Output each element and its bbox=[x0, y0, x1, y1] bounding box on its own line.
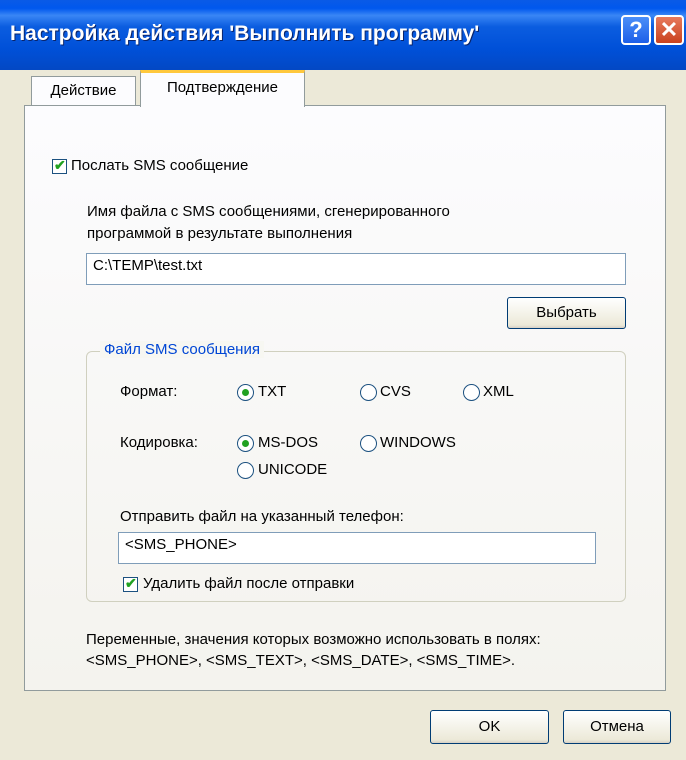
checkmark-icon: ✔ bbox=[125, 575, 137, 591]
title-bar[interactable]: Настройка действия 'Выполнить программу'… bbox=[0, 0, 686, 70]
format-xml-radio[interactable] bbox=[463, 384, 480, 401]
delete-after-checkbox[interactable]: ✔ bbox=[123, 575, 138, 592]
encoding-msdos-radio[interactable] bbox=[237, 435, 254, 452]
tab-action[interactable]: Действие bbox=[31, 76, 136, 106]
format-cvs-radio[interactable] bbox=[360, 384, 377, 401]
encoding-windows-radio[interactable] bbox=[360, 435, 377, 452]
encoding-windows-label[interactable]: WINDOWS bbox=[380, 434, 456, 451]
send-sms-label[interactable]: Послать SMS сообщение bbox=[71, 157, 248, 174]
encoding-label: Кодировка: bbox=[120, 434, 198, 451]
ok-button[interactable]: OK bbox=[430, 710, 549, 744]
browse-button[interactable]: Выбрать bbox=[507, 297, 626, 329]
help-icon[interactable]: ? bbox=[621, 15, 651, 45]
format-txt-label[interactable]: TXT bbox=[258, 383, 286, 400]
format-label: Формат: bbox=[120, 383, 178, 400]
encoding-unicode-label[interactable]: UNICODE bbox=[258, 461, 327, 478]
file-prompt-line1: Имя файла с SMS сообщениями, сгенерирова… bbox=[87, 203, 450, 220]
file-path-input[interactable]: C:\TEMP\test.txt bbox=[86, 253, 626, 285]
window-title: Настройка действия 'Выполнить программу' bbox=[10, 22, 480, 45]
file-prompt-line2: программой в результате выполнения bbox=[87, 225, 353, 242]
format-txt-radio[interactable] bbox=[237, 384, 254, 401]
phone-input[interactable]: <SMS_PHONE> bbox=[118, 532, 596, 564]
tab-panel-confirmation: ✔ Послать SMS сообщение Имя файла с SMS … bbox=[24, 105, 666, 691]
tab-control: Действие Подтверждение ✔ Послать SMS соо… bbox=[0, 70, 686, 691]
delete-after-label[interactable]: Удалить файл после отправки bbox=[143, 575, 354, 592]
dialog-window: Настройка действия 'Выполнить программу'… bbox=[0, 0, 686, 760]
format-xml-label[interactable]: XML bbox=[483, 383, 514, 400]
send-sms-checkbox[interactable]: ✔ bbox=[52, 157, 67, 174]
encoding-msdos-label[interactable]: MS-DOS bbox=[258, 434, 318, 451]
close-icon[interactable]: ✕ bbox=[654, 15, 684, 45]
tab-confirmation[interactable]: Подтверждение bbox=[140, 70, 305, 107]
encoding-unicode-radio[interactable] bbox=[237, 462, 254, 479]
variables-note-line1: Переменные, значения которых возможно ис… bbox=[86, 631, 541, 648]
sms-file-group-title: Файл SMS сообщения bbox=[100, 341, 264, 358]
phone-label: Отправить файл на указанный телефон: bbox=[120, 508, 404, 525]
variables-note-line2: <SMS_PHONE>, <SMS_TEXT>, <SMS_DATE>, <SM… bbox=[86, 652, 516, 669]
format-cvs-label[interactable]: CVS bbox=[380, 383, 411, 400]
cancel-button[interactable]: Отмена bbox=[563, 710, 671, 744]
checkmark-icon: ✔ bbox=[54, 157, 66, 173]
